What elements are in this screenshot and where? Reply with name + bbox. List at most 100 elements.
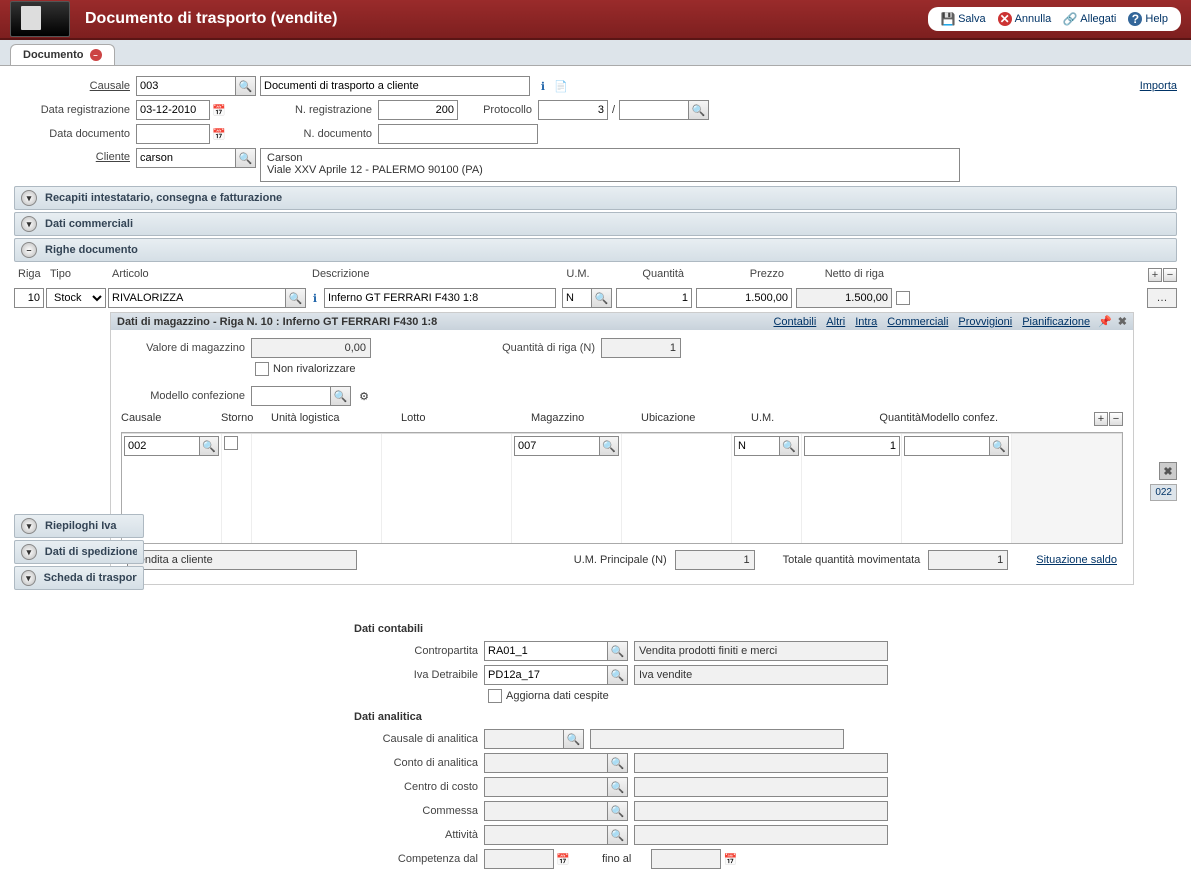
- section-recapiti[interactable]: ▾ Recapiti intestatario, consegna e fatt…: [14, 186, 1177, 210]
- centro-costo-lookup[interactable]: 🔍: [608, 777, 628, 797]
- close-icon[interactable]: ✖: [1118, 315, 1127, 328]
- cell-descrizione[interactable]: [324, 288, 556, 308]
- attachments-button[interactable]: 🔗 Allegati: [1058, 10, 1121, 28]
- wh-tab-provvigioni[interactable]: Provvigioni: [958, 316, 1012, 328]
- cliente-input[interactable]: [136, 148, 236, 168]
- nreg-input[interactable]: [378, 100, 458, 120]
- fino-al-input[interactable]: [651, 849, 721, 869]
- expand-icon: ▾: [21, 570, 36, 586]
- remove-row-button[interactable]: −: [1163, 268, 1177, 282]
- wh-storno-checkbox[interactable]: [224, 436, 238, 450]
- wh-um-lookup[interactable]: 🔍: [780, 436, 799, 456]
- commessa-input[interactable]: [484, 801, 608, 821]
- tab-label: Documento: [23, 49, 84, 61]
- add-row-button[interactable]: +: [1148, 268, 1162, 282]
- calendar-icon[interactable]: 📅: [210, 125, 228, 143]
- contropartita-input[interactable]: [484, 641, 608, 661]
- protocollo-lookup[interactable]: 🔍: [689, 100, 709, 120]
- wh-modello-input[interactable]: [904, 436, 990, 456]
- help-icon: ?: [1128, 12, 1142, 26]
- pin-icon[interactable]: 📌: [1098, 315, 1112, 328]
- collapse-icon: –: [21, 242, 37, 258]
- data-reg-input[interactable]: [136, 100, 210, 120]
- wh-magazzino-lookup[interactable]: 🔍: [600, 436, 619, 456]
- causale-analitica-input[interactable]: [484, 729, 564, 749]
- articolo-lookup[interactable]: 🔍: [286, 288, 306, 308]
- wh-quantita-input[interactable]: [804, 436, 900, 456]
- cell-um[interactable]: [562, 288, 592, 308]
- wh-causale-input[interactable]: [124, 436, 200, 456]
- data-doc-input[interactable]: [136, 124, 210, 144]
- cell-articolo[interactable]: [108, 288, 286, 308]
- save-button[interactable]: 💾 Salva: [936, 10, 991, 28]
- causale-lookup[interactable]: 🔍: [236, 76, 256, 96]
- wh-causale-lookup[interactable]: 🔍: [200, 436, 219, 456]
- non-rivalorizzare-checkbox[interactable]: [255, 362, 269, 376]
- wh-um-input[interactable]: [734, 436, 780, 456]
- remove-button[interactable]: −: [1109, 412, 1123, 426]
- causale-analitica-lookup[interactable]: 🔍: [564, 729, 584, 749]
- wh-tab-commerciali[interactable]: Commerciali: [887, 316, 948, 328]
- tab-documento[interactable]: Documento –: [10, 44, 115, 65]
- side-close-button[interactable]: ✖: [1159, 462, 1177, 480]
- wh-tab-contabili[interactable]: Contabili: [773, 316, 816, 328]
- close-icon[interactable]: –: [90, 49, 102, 61]
- cancel-button[interactable]: ✕ Annulla: [993, 10, 1057, 28]
- modello-conf-lookup[interactable]: 🔍: [331, 386, 351, 406]
- row-more-button[interactable]: …: [1147, 288, 1177, 308]
- importa-link[interactable]: Importa: [1140, 80, 1177, 92]
- section-spedizione[interactable]: ▾ Dati di spedizione: [14, 540, 144, 564]
- wh-tab-altri[interactable]: Altri: [826, 316, 845, 328]
- section-righe[interactable]: – Righe documento: [14, 238, 1177, 262]
- cell-quantita[interactable]: [616, 288, 692, 308]
- cliente-lookup[interactable]: 🔍: [236, 148, 256, 168]
- calendar-icon[interactable]: 📅: [721, 850, 739, 868]
- wh-col-lotto: Lotto: [401, 412, 531, 426]
- conto-analitica-input[interactable]: [484, 753, 608, 773]
- attivita-desc: [634, 825, 888, 845]
- wh-col-modello: Modello confez.: [921, 412, 1031, 426]
- causale-input[interactable]: [136, 76, 236, 96]
- calendar-icon[interactable]: 📅: [210, 101, 228, 119]
- aggiorna-cespite-checkbox[interactable]: [488, 689, 502, 703]
- calendar-icon[interactable]: 📅: [554, 850, 572, 868]
- iva-lookup[interactable]: 🔍: [608, 665, 628, 685]
- attivita-input[interactable]: [484, 825, 608, 845]
- causale-desc[interactable]: [260, 76, 530, 96]
- gear-icon[interactable]: ⚙: [355, 387, 373, 405]
- attivita-lookup[interactable]: 🔍: [608, 825, 628, 845]
- section-riepiloghi[interactable]: ▾ Riepiloghi Iva: [14, 514, 144, 538]
- um-lookup[interactable]: 🔍: [592, 288, 612, 308]
- modello-conf-input[interactable]: [251, 386, 331, 406]
- document-icon[interactable]: 📄: [552, 77, 570, 95]
- section-scheda[interactable]: ▾ Scheda di trasporto: [14, 566, 144, 590]
- protocollo-input[interactable]: [538, 100, 608, 120]
- cell-riga[interactable]: [14, 288, 44, 308]
- contropartita-lookup[interactable]: 🔍: [608, 641, 628, 661]
- competenza-dal-input[interactable]: [484, 849, 554, 869]
- wh-col-magazzino: Magazzino: [531, 412, 641, 426]
- cell-prezzo[interactable]: [696, 288, 792, 308]
- section-commerciali[interactable]: ▾ Dati commerciali: [14, 212, 1177, 236]
- row-checkbox[interactable]: [896, 291, 910, 305]
- wh-magazzino-input[interactable]: [514, 436, 600, 456]
- centro-costo-input[interactable]: [484, 777, 608, 797]
- causale-analitica-label: Causale di analitica: [354, 733, 484, 745]
- info-icon[interactable]: ℹ: [306, 289, 324, 307]
- side-tag[interactable]: 022: [1150, 484, 1177, 501]
- info-icon[interactable]: ℹ: [534, 77, 552, 95]
- qriga-label: Quantità di riga (N): [371, 342, 601, 354]
- iva-input[interactable]: [484, 665, 608, 685]
- situazione-saldo-link[interactable]: Situazione saldo: [1036, 554, 1117, 566]
- ndoc-input[interactable]: [378, 124, 538, 144]
- commessa-lookup[interactable]: 🔍: [608, 801, 628, 821]
- protocollo-suffix[interactable]: [619, 100, 689, 120]
- causale-label: Causale: [14, 80, 136, 92]
- wh-tab-intra[interactable]: Intra: [855, 316, 877, 328]
- cell-tipo[interactable]: Stock: [46, 288, 106, 308]
- wh-modello-lookup[interactable]: 🔍: [990, 436, 1009, 456]
- help-button[interactable]: ? Help: [1123, 10, 1173, 28]
- wh-tab-pianificazione[interactable]: Pianificazione: [1022, 316, 1090, 328]
- add-button[interactable]: +: [1094, 412, 1108, 426]
- conto-analitica-lookup[interactable]: 🔍: [608, 753, 628, 773]
